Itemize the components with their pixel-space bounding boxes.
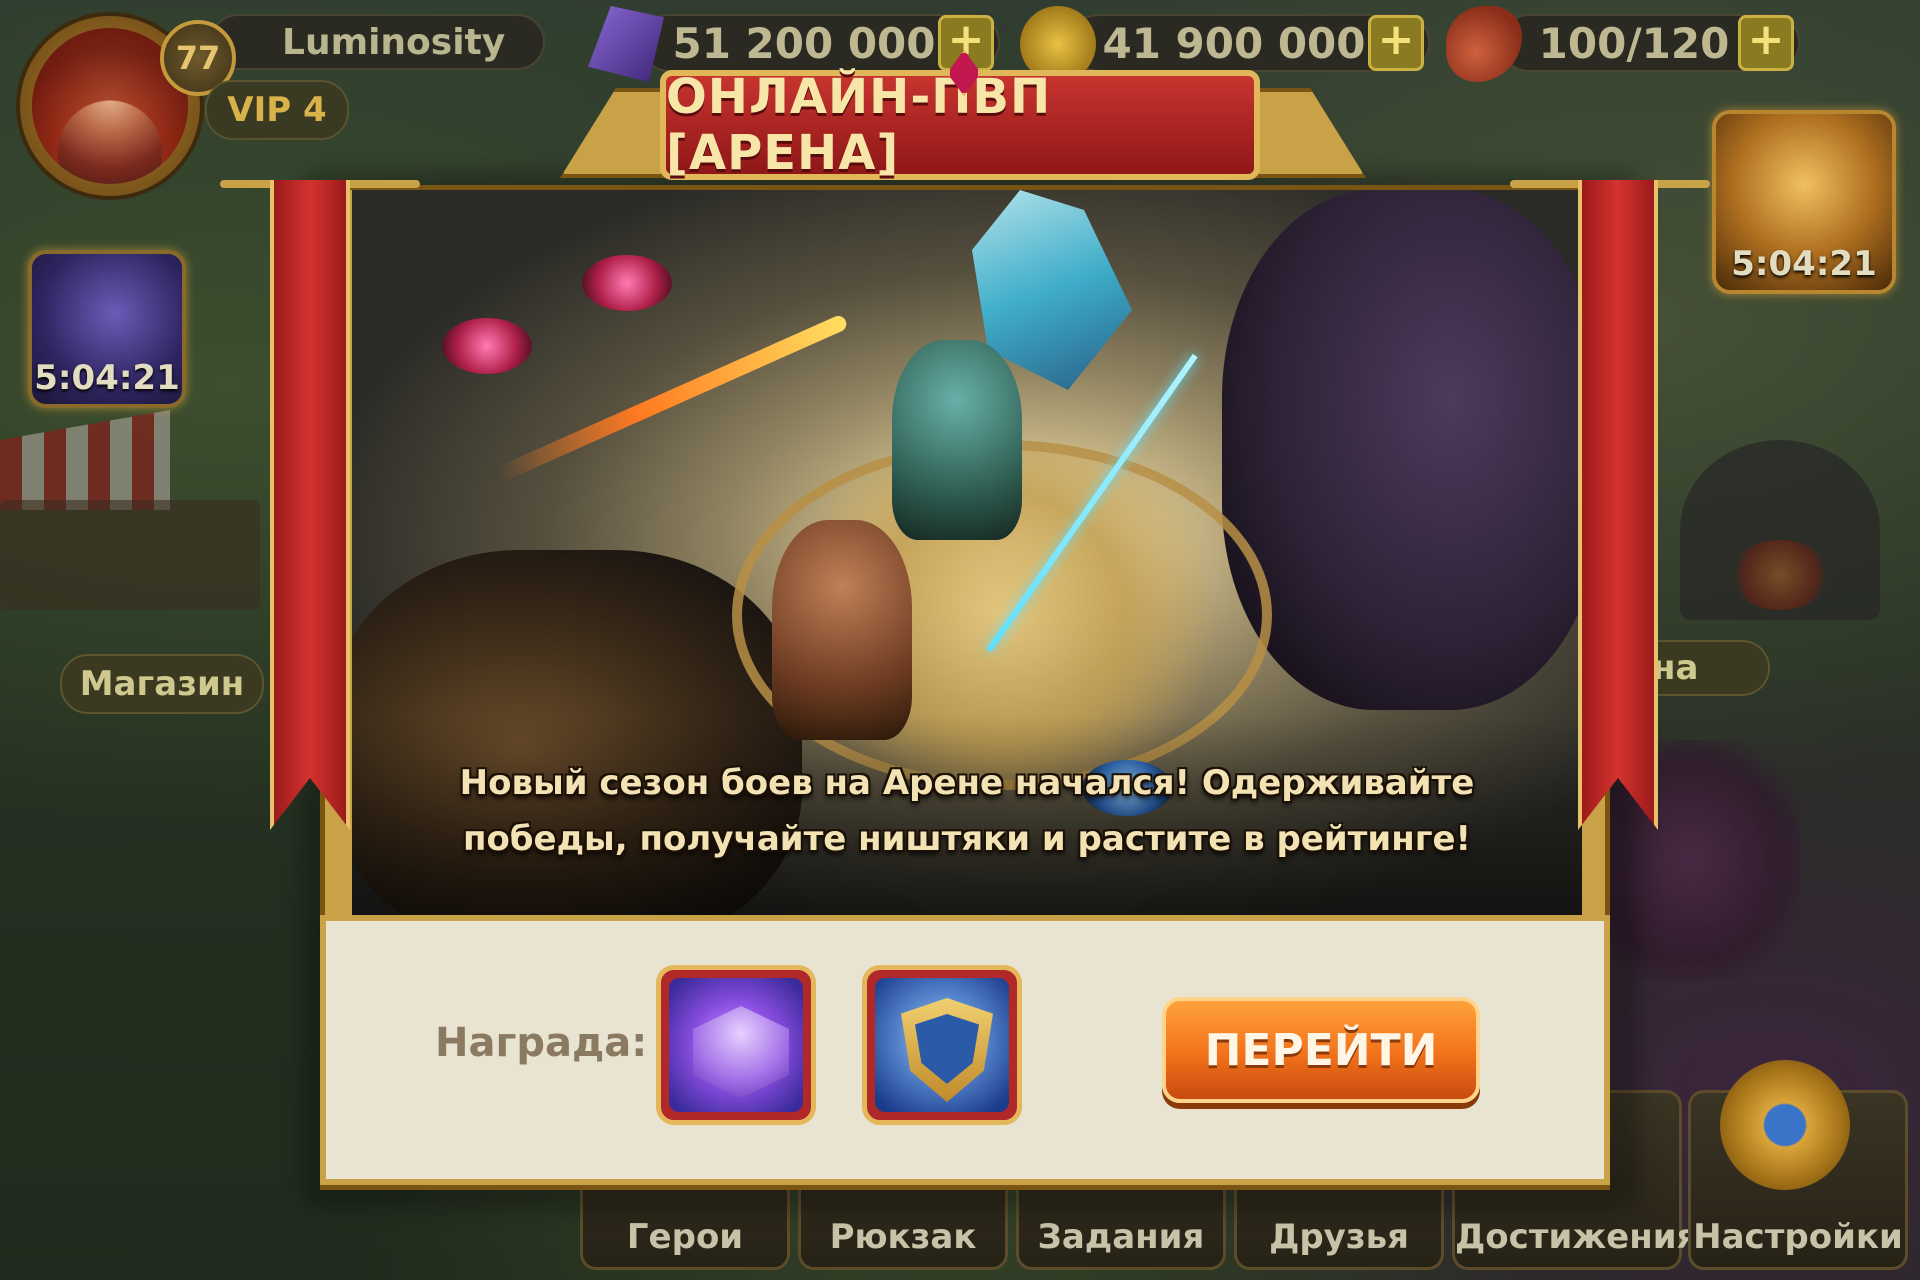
menu-heroes-label: Герои	[626, 1217, 744, 1257]
stamina-value: 100/120	[1538, 18, 1730, 68]
reward-item-arena-shield[interactable]	[862, 965, 1022, 1125]
menu-friends-label: Друзья	[1269, 1217, 1409, 1257]
portal-pad	[582, 255, 672, 311]
vip-level: VIP 4	[227, 90, 327, 130]
gems-value: 51 200 000	[672, 18, 936, 68]
event-card-left[interactable]: 5:04:21	[28, 250, 186, 408]
vip-badge[interactable]: VIP 4	[205, 80, 349, 140]
player-level: 77	[175, 39, 221, 77]
gold-value: 41 900 000	[1102, 18, 1366, 68]
description-line-2: победы, получайте ништяки и растите в ре…	[462, 819, 1472, 859]
shop-label-text: Магазин	[79, 664, 245, 704]
crowd-right	[1222, 190, 1582, 710]
menu-achievements-label: Достижения	[1455, 1217, 1699, 1257]
player-name: Luminosity	[282, 21, 506, 63]
fire-projectile	[495, 313, 849, 483]
banner-left	[270, 180, 350, 830]
event-card-right[interactable]: 5:04:21	[1712, 110, 1896, 294]
go-button-label: ПЕРЕЙТИ	[1204, 1024, 1438, 1076]
menu-backpack-label: Рюкзак	[829, 1217, 977, 1257]
go-button[interactable]: ПЕРЕЙТИ	[1162, 997, 1480, 1103]
modal-description: Новый сезон боев на Арене начался! Одерж…	[352, 755, 1582, 867]
shop-label[interactable]: Магазин	[60, 654, 264, 714]
player-name-bar[interactable]: Luminosity	[210, 14, 545, 70]
portal-pad	[442, 318, 532, 374]
gear-icon	[1720, 1060, 1850, 1190]
arena-label-text: на	[1652, 648, 1699, 688]
gems-counter: 51 200 000 +	[640, 14, 1000, 72]
reward-label: Награда:	[435, 1020, 648, 1066]
menu-quests-label: Задания	[1037, 1217, 1205, 1257]
event-timer-right: 5:04:21	[1731, 244, 1877, 284]
stamina-counter: 100/120 +	[1500, 14, 1800, 72]
armored-hero	[892, 340, 1022, 540]
description-line-1: Новый сезон боев на Арене начался! Одерж…	[459, 763, 1475, 803]
event-timer-left: 5:04:21	[34, 358, 180, 398]
add-gold-button[interactable]: +	[1368, 15, 1424, 71]
menu-settings-label: Настройки	[1693, 1217, 1903, 1257]
gold-counter: 41 900 000 +	[1070, 14, 1430, 72]
purple-gems-icon	[693, 1006, 789, 1098]
reward-item-gems[interactable]	[656, 965, 816, 1125]
banner-right	[1578, 180, 1658, 830]
add-stamina-button[interactable]: +	[1738, 15, 1794, 71]
barbarian-hero	[772, 520, 912, 740]
